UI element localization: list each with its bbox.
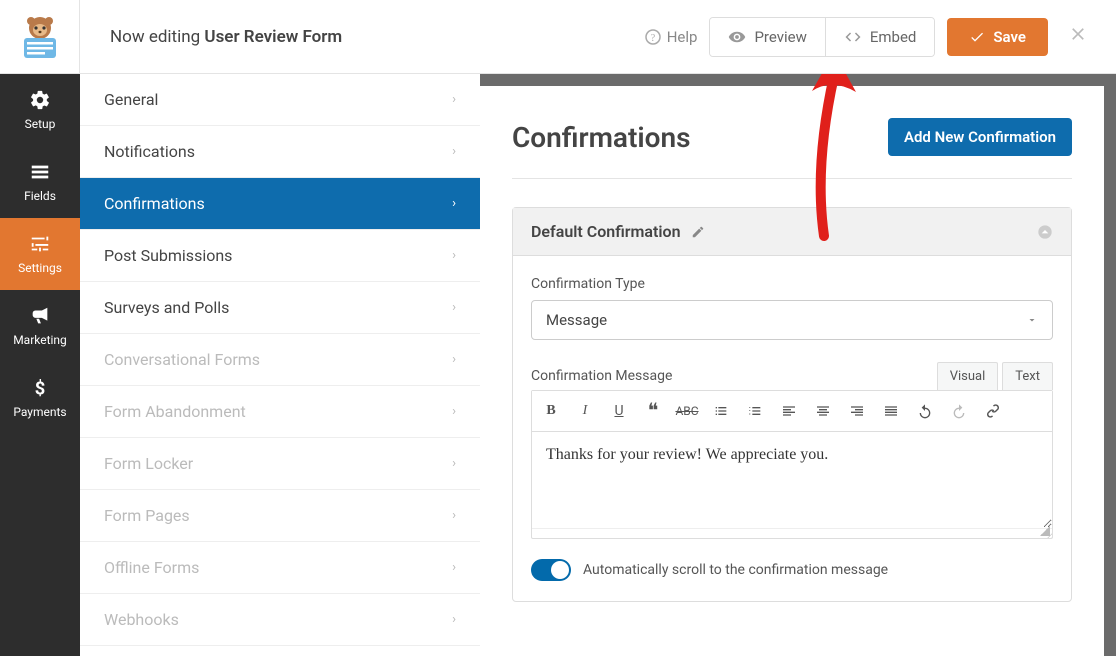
- type-label: Confirmation Type: [531, 276, 1053, 292]
- bullhorn-icon: [29, 305, 51, 327]
- svg-text:$: $: [35, 378, 46, 399]
- edit-icon[interactable]: [691, 225, 705, 239]
- eye-icon: [728, 28, 746, 46]
- embed-button[interactable]: Embed: [825, 18, 935, 56]
- nav-settings[interactable]: Settings: [0, 218, 80, 290]
- sp-post-submissions[interactable]: Post Submissions›: [80, 230, 480, 282]
- gear-icon: [29, 89, 51, 111]
- chevron-right-icon: ›: [452, 560, 456, 575]
- toolbar-ul[interactable]: [706, 397, 736, 425]
- sp-form-locker[interactable]: Form Locker›: [80, 438, 480, 490]
- chevron-right-icon: ›: [452, 196, 456, 211]
- confirmation-card: Default Confirmation Confirmation Type M…: [512, 207, 1072, 602]
- nav-setup[interactable]: Setup: [0, 74, 80, 146]
- panel-title: Confirmations: [512, 121, 691, 154]
- message-label: Confirmation Message: [531, 368, 672, 384]
- rich-text-editor: B I U ❝ ABC: [531, 390, 1053, 539]
- toolbar-link[interactable]: [978, 397, 1008, 425]
- save-button[interactable]: Save: [947, 18, 1048, 56]
- toolbar-bold[interactable]: B: [536, 397, 566, 425]
- nav-marketing[interactable]: Marketing: [0, 290, 80, 362]
- left-nav: Setup Fields Settings Marketing $ Paymen…: [0, 74, 80, 656]
- chevron-right-icon: ›: [452, 456, 456, 471]
- settings-sidepanel: General› Notifications› Confirmations› P…: [80, 74, 480, 656]
- svg-text:?: ?: [651, 33, 656, 44]
- page-title: Now editing User Review Form: [80, 27, 645, 47]
- sliders-icon: [29, 233, 51, 255]
- toolbar-align-left[interactable]: [774, 397, 804, 425]
- confirmations-panel: Confirmations Add New Confirmation Defau…: [480, 86, 1104, 656]
- sp-notifications[interactable]: Notifications›: [80, 126, 480, 178]
- sp-form-pages[interactable]: Form Pages›: [80, 490, 480, 542]
- close-icon: [1068, 24, 1088, 44]
- sp-form-abandonment[interactable]: Form Abandonment›: [80, 386, 480, 438]
- message-textarea[interactable]: Thanks for your review! We appreciate yo…: [532, 432, 1052, 528]
- code-icon: [844, 28, 862, 46]
- topbar: Now editing User Review Form ? Help Prev…: [0, 0, 1116, 74]
- toolbar-strikethrough[interactable]: ABC: [672, 397, 702, 425]
- toolbar-underline[interactable]: U: [604, 397, 634, 425]
- auto-scroll-row: Automatically scroll to the confirmation…: [531, 559, 1053, 581]
- chevron-right-icon: ›: [452, 300, 456, 315]
- list-icon: [29, 161, 51, 183]
- chevron-right-icon: ›: [452, 248, 456, 263]
- preview-embed-group: Preview Embed: [709, 17, 935, 57]
- toolbar-align-justify[interactable]: [876, 397, 906, 425]
- preview-button[interactable]: Preview: [710, 18, 824, 56]
- sp-offline-forms[interactable]: Offline Forms›: [80, 542, 480, 594]
- chevron-right-icon: ›: [452, 612, 456, 627]
- confirmation-type-select[interactable]: Message: [531, 300, 1053, 340]
- chevron-right-icon: ›: [452, 352, 456, 367]
- tab-text[interactable]: Text: [1002, 362, 1053, 390]
- toolbar-redo[interactable]: [944, 397, 974, 425]
- auto-scroll-toggle[interactable]: [531, 559, 571, 581]
- chevron-right-icon: ›: [452, 404, 456, 419]
- auto-scroll-label: Automatically scroll to the confirmation…: [583, 562, 888, 578]
- toolbar-ol[interactable]: [740, 397, 770, 425]
- editor-tabs: Visual Text: [937, 362, 1053, 390]
- chevron-up-icon[interactable]: [1037, 224, 1053, 240]
- form-name[interactable]: User Review Form: [204, 27, 342, 47]
- sp-confirmations[interactable]: Confirmations›: [80, 178, 480, 230]
- main-scroll[interactable]: Confirmations Add New Confirmation Defau…: [480, 74, 1116, 656]
- check-icon: [969, 29, 985, 45]
- toolbar-italic[interactable]: I: [570, 397, 600, 425]
- sp-general[interactable]: General›: [80, 74, 480, 126]
- dollar-icon: $: [29, 377, 51, 399]
- toolbar-align-center[interactable]: [808, 397, 838, 425]
- toolbar-align-right[interactable]: [842, 397, 872, 425]
- wpforms-logo-icon: [15, 12, 65, 62]
- toolbar-undo[interactable]: [910, 397, 940, 425]
- close-button[interactable]: [1060, 24, 1096, 50]
- tab-visual[interactable]: Visual: [937, 362, 999, 390]
- help-icon: ?: [645, 29, 661, 45]
- editor-toolbar: B I U ❝ ABC: [532, 391, 1052, 432]
- editing-label: Now editing: [110, 27, 200, 47]
- chevron-right-icon: ›: [452, 92, 456, 107]
- app-logo: [0, 0, 80, 74]
- chevron-down-icon: [1026, 314, 1038, 326]
- nav-fields[interactable]: Fields: [0, 146, 80, 218]
- select-value: Message: [546, 311, 607, 329]
- editor-resize-handle[interactable]: [532, 528, 1052, 538]
- sp-conversational-forms[interactable]: Conversational Forms›: [80, 334, 480, 386]
- add-confirmation-button[interactable]: Add New Confirmation: [888, 118, 1072, 156]
- sp-surveys-polls[interactable]: Surveys and Polls›: [80, 282, 480, 334]
- card-header[interactable]: Default Confirmation: [513, 208, 1071, 256]
- sp-webhooks[interactable]: Webhooks›: [80, 594, 480, 646]
- help-link[interactable]: ? Help: [645, 28, 698, 46]
- chevron-right-icon: ›: [452, 508, 456, 523]
- toolbar-blockquote[interactable]: ❝: [638, 397, 668, 425]
- nav-payments[interactable]: $ Payments: [0, 362, 80, 434]
- chevron-right-icon: ›: [452, 144, 456, 159]
- card-title: Default Confirmation: [531, 222, 681, 241]
